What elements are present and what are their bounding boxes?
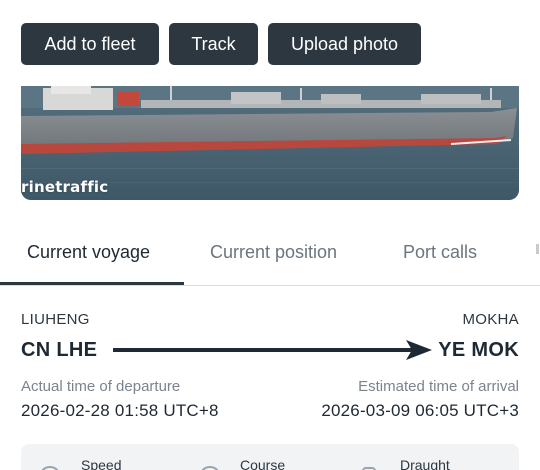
destination-locode: YE MOK bbox=[438, 339, 519, 361]
origin-port-name[interactable]: LIUHENG bbox=[21, 311, 90, 328]
tab-current-voyage[interactable]: Current voyage bbox=[27, 242, 150, 263]
draught-label: Draught bbox=[400, 457, 450, 470]
tab-port-calls[interactable]: Port calls bbox=[403, 242, 477, 263]
tab-bar: Current voyage Current position Port cal… bbox=[0, 222, 540, 286]
course-icon bbox=[199, 466, 221, 470]
active-tab-indicator bbox=[0, 282, 184, 285]
destination-port-name[interactable]: MOKHA bbox=[462, 311, 519, 328]
vessel-stats-panel: Speed Course Draught bbox=[21, 444, 519, 470]
tab-current-position[interactable]: Current position bbox=[210, 242, 337, 263]
origin-locode: CN LHE bbox=[21, 339, 98, 361]
departure-time: 2026-02-28 01:58 UTC+8 bbox=[21, 401, 219, 420]
add-to-fleet-button[interactable]: Add to fleet bbox=[21, 23, 159, 65]
speed-label: Speed bbox=[81, 457, 122, 470]
vessel-photo[interactable]: rinetraffic bbox=[21, 86, 519, 200]
departure-label: Actual time of departure bbox=[21, 378, 181, 395]
route-arrow-icon bbox=[113, 340, 432, 360]
arrival-label: Estimated time of arrival bbox=[358, 378, 519, 395]
tab-scroll-hint bbox=[536, 244, 539, 254]
track-button[interactable]: Track bbox=[169, 23, 258, 65]
upload-photo-button[interactable]: Upload photo bbox=[268, 23, 421, 65]
action-bar: Add to fleet Track Upload photo bbox=[21, 23, 421, 65]
photo-watermark: rinetraffic bbox=[21, 178, 109, 196]
course-label: Course bbox=[240, 457, 286, 470]
arrival-time: 2026-03-09 06:05 UTC+3 bbox=[321, 401, 519, 420]
speed-icon bbox=[39, 466, 61, 470]
